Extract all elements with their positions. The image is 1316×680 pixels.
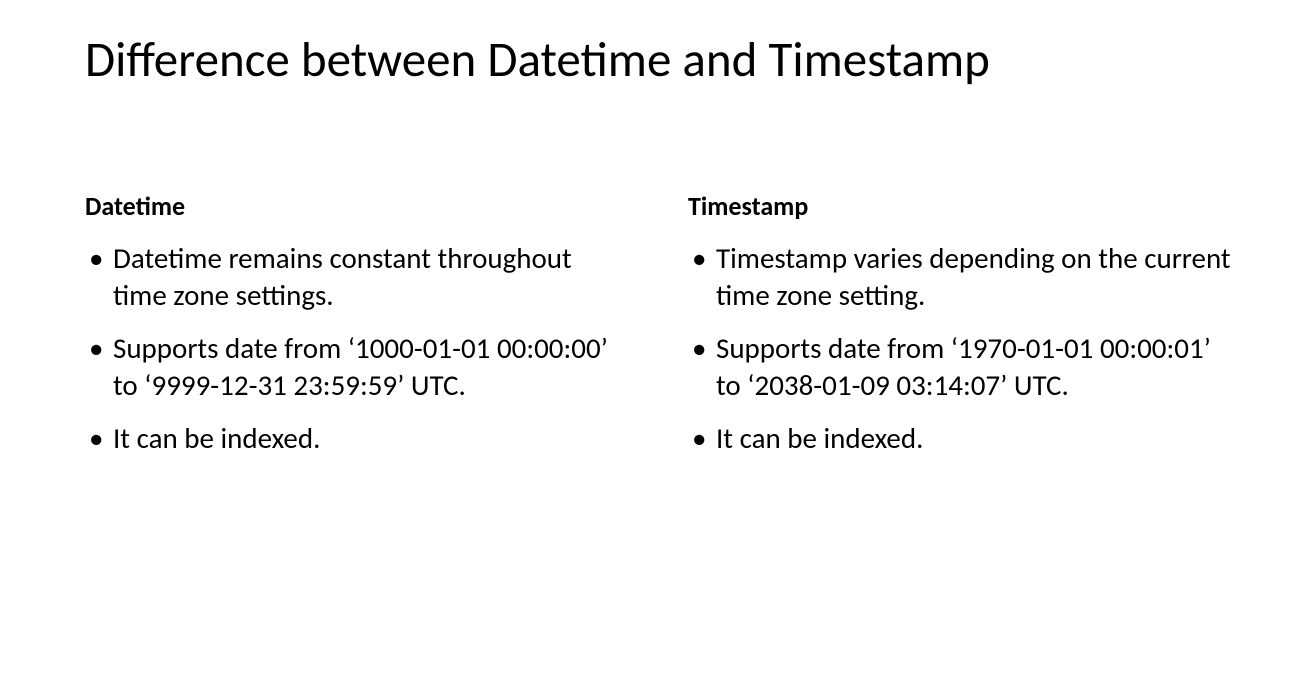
- columns-container: Datetime Datetime remains constant throu…: [85, 190, 1231, 474]
- column-timestamp: Timestamp Timestamp varies depending on …: [688, 190, 1231, 474]
- bullet-list-datetime: Datetime remains constant throughout tim…: [85, 240, 628, 458]
- column-datetime: Datetime Datetime remains constant throu…: [85, 190, 628, 474]
- list-item: Datetime remains constant throughout tim…: [85, 240, 628, 314]
- list-item: Supports date from ‘1970-01-01 00:00:01’…: [688, 330, 1231, 404]
- list-item: Timestamp varies depending on the curren…: [688, 240, 1231, 314]
- bullet-list-timestamp: Timestamp varies depending on the curren…: [688, 240, 1231, 458]
- list-item: Supports date from ‘1000-01-01 00:00:00’…: [85, 330, 628, 404]
- list-item: It can be indexed.: [85, 420, 628, 457]
- slide-title: Difference between Datetime and Timestam…: [85, 30, 1231, 90]
- column-heading-datetime: Datetime: [85, 190, 628, 222]
- list-item: It can be indexed.: [688, 420, 1231, 457]
- column-heading-timestamp: Timestamp: [688, 190, 1231, 222]
